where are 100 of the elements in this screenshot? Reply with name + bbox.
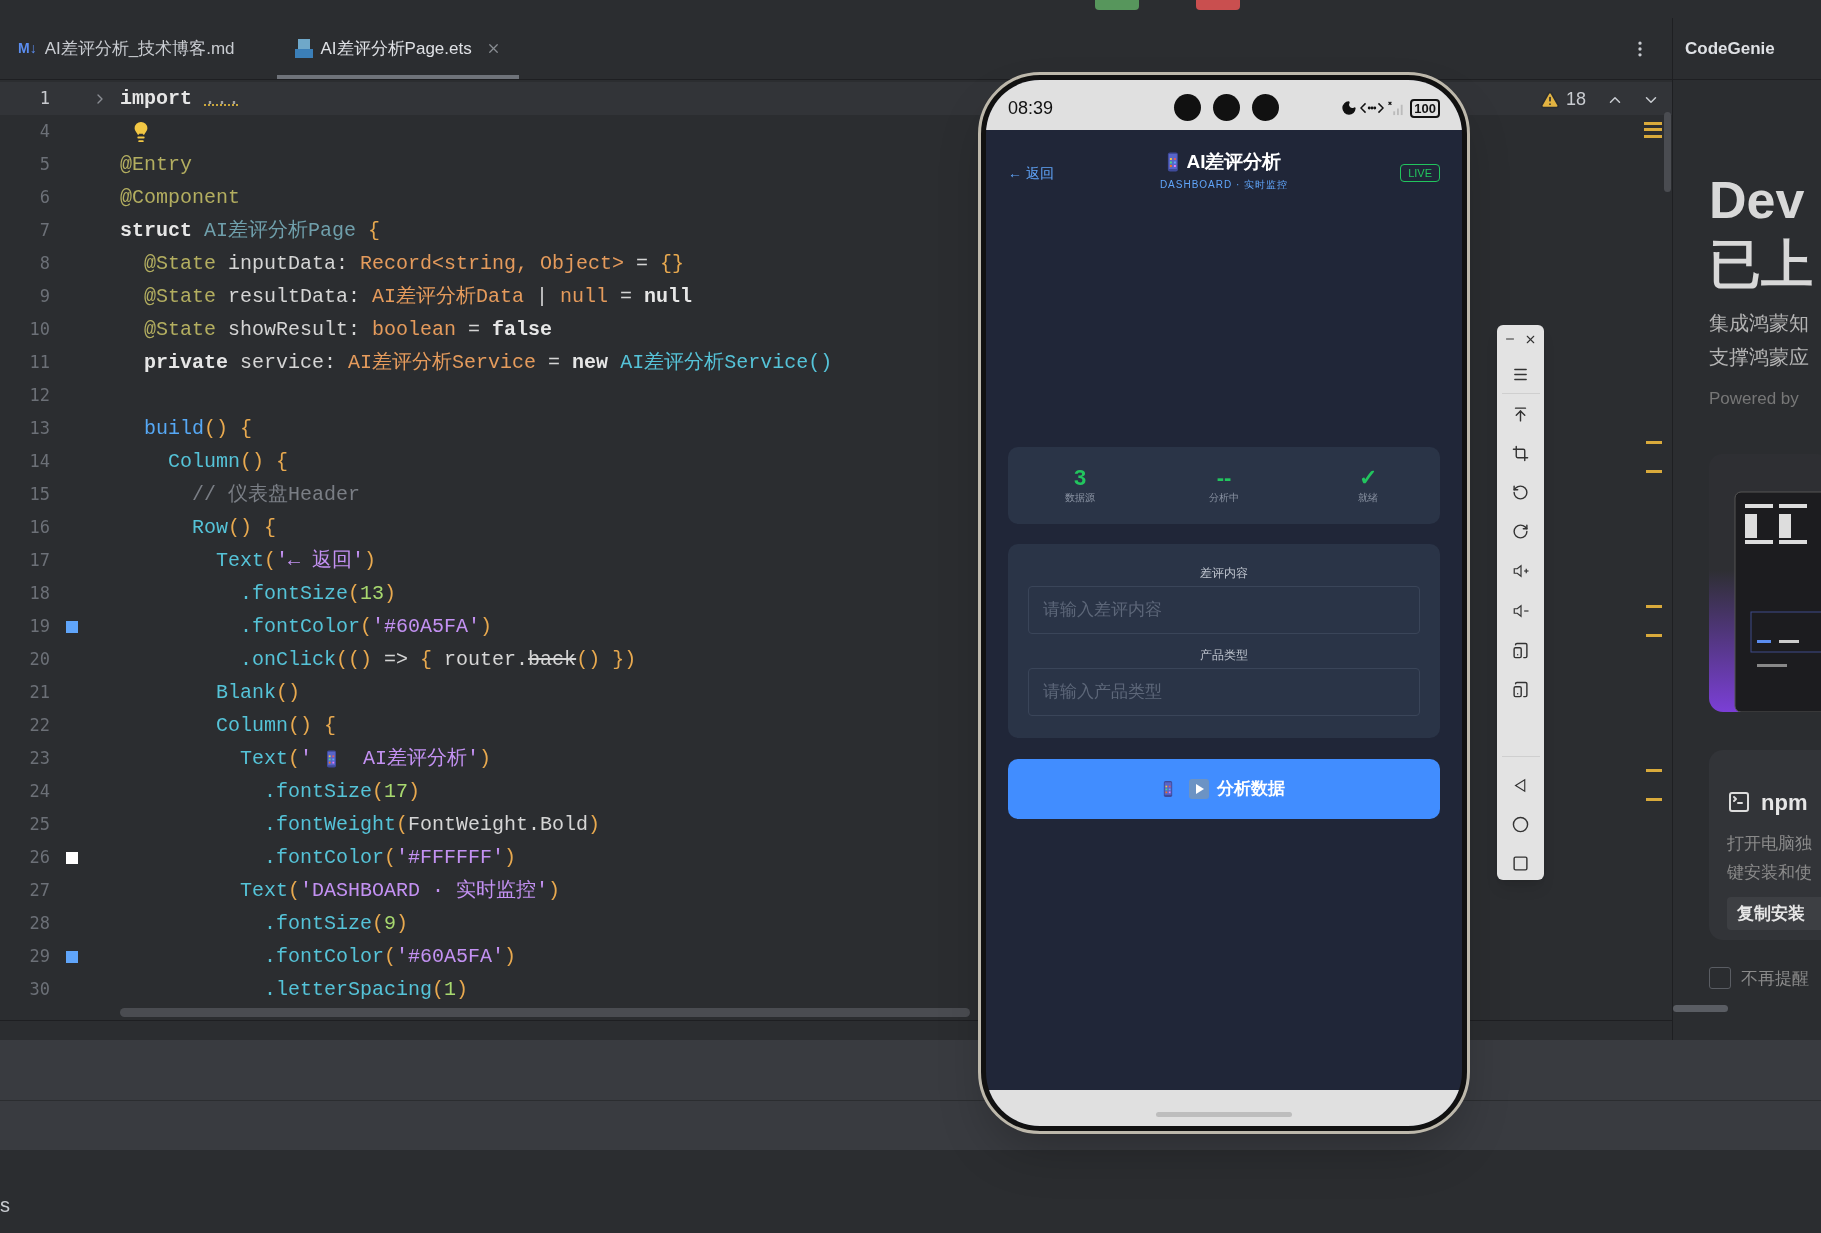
panel-title: CodeGenie	[1685, 37, 1775, 60]
menu-icon[interactable]	[1512, 366, 1529, 383]
line-number: 8	[38, 251, 50, 275]
checkbox[interactable]	[1709, 967, 1731, 990]
stat-value: 3	[1073, 466, 1087, 490]
play-icon	[1189, 779, 1209, 799]
moon-icon	[1341, 100, 1358, 116]
camera-icon	[1252, 94, 1279, 121]
description-text: 支撑鸿蒙应	[1709, 345, 1810, 370]
line-number: 25	[28, 812, 50, 836]
line-number: 5	[38, 152, 50, 176]
npm-description: 打开电脑独	[1727, 832, 1813, 855]
line-number: 15	[28, 482, 50, 506]
line-number: 12	[28, 383, 50, 407]
code-line: struct AI差评分析Page {	[120, 217, 381, 244]
headline-text: Dev	[1709, 170, 1806, 231]
device-rotate-icon[interactable]	[1512, 642, 1529, 659]
npm-title: npm	[1761, 788, 1808, 817]
stat-label: 分析中	[1209, 491, 1239, 505]
multi-device-icon[interactable]	[1512, 681, 1529, 698]
vertical-scrollbar[interactable]	[1664, 112, 1671, 192]
line-number: 10	[28, 317, 50, 341]
code-line: Text('← 返回')	[215, 547, 377, 574]
scrollbar-thumb[interactable]	[1673, 1005, 1728, 1012]
rotate-left-icon[interactable]	[1512, 484, 1529, 501]
line-number: 28	[28, 911, 50, 935]
line-number: 6	[38, 185, 50, 209]
code-line: .letterSpacing(1)	[263, 976, 469, 1003]
code-line: .fontColor('#60A5FA')	[263, 943, 517, 970]
line-number: 16	[28, 515, 50, 539]
code-line: Column() {	[215, 712, 337, 739]
phone-icon	[1166, 152, 1179, 173]
line-number: 26	[28, 845, 50, 869]
volume-down-icon[interactable]	[1511, 602, 1530, 620]
warning-icon[interactable]	[1539, 89, 1560, 110]
rotate-right-icon[interactable]	[1512, 523, 1529, 540]
code-line: @Component	[120, 184, 241, 211]
line-number: 17	[28, 548, 50, 572]
stat-label: 就绪	[1358, 491, 1378, 505]
npm-description: 键安装和使	[1727, 861, 1813, 884]
code-line: .fontSize(17)	[263, 778, 421, 805]
battery-indicator: 100	[1410, 98, 1440, 118]
line-number: 11	[28, 350, 50, 374]
upload-icon[interactable]	[1512, 406, 1529, 423]
line-number: 20	[28, 647, 50, 671]
code-line: .fontColor('#60A5FA')	[239, 613, 493, 640]
code-line: @Entry	[120, 151, 192, 178]
stat-label: 数据源	[1065, 491, 1095, 505]
headline-text: 已上	[1709, 234, 1814, 295]
line-number: 27	[28, 878, 50, 902]
code-line: // 仪表盘Header	[191, 481, 361, 508]
stat-value: --	[1216, 466, 1232, 490]
warning-stripe[interactable]	[1644, 122, 1662, 138]
code-line: build() {	[143, 415, 253, 442]
line-number: 29	[28, 944, 50, 968]
horizontal-scrollbar[interactable]	[120, 1008, 970, 1017]
code-line: @State inputData: Record<string, Object> = {}	[143, 250, 685, 277]
powered-by-text: Powered by	[1709, 388, 1800, 410]
code-line: Text('DASHBOARD · 实时监控')	[239, 877, 561, 904]
app-title: AI差评分析	[1186, 150, 1282, 174]
checkbox-label: 不再提醒	[1741, 967, 1809, 990]
code-line: @State resultData: AI差评分析Data | null = null	[143, 283, 693, 310]
code-line: private service: AI差评分析Service = new AI差评分析Service()	[143, 349, 833, 376]
line-number: 22	[28, 713, 50, 737]
close-icon[interactable]	[1524, 333, 1537, 346]
app-subtitle: DASHBOARD · 实时监控	[1159, 177, 1289, 192]
recent-square-icon[interactable]	[1512, 855, 1529, 872]
code-icon	[1360, 101, 1385, 115]
line-number: 14	[28, 449, 50, 473]
editor-tab[interactable]: M↓ AI差评分析_技术博客.md	[0, 18, 253, 79]
code-line: Text(' AI差评分析')	[239, 745, 492, 772]
field-label: 产品类型	[1200, 647, 1248, 664]
stat-value: ✓	[1359, 466, 1377, 490]
camera-icon	[1174, 94, 1201, 121]
description-text: 集成鸿蒙知	[1709, 311, 1810, 336]
code-line: .onClick(() => { router.back() })	[239, 646, 637, 673]
code-line: .fontSize(13)	[239, 580, 397, 607]
markdown-icon: M↓	[18, 38, 37, 59]
camera-icon	[1213, 94, 1240, 121]
field-label: 差评内容	[1200, 565, 1248, 582]
code-line: Blank()	[215, 679, 301, 706]
phone-icon	[1163, 779, 1173, 799]
back-link[interactable]: ← 返回	[1008, 162, 1054, 184]
line-number: 13	[28, 416, 50, 440]
crop-icon[interactable]	[1512, 445, 1529, 462]
phone-emoji-icon	[326, 749, 338, 768]
copy-install-button[interactable]: 复制安装	[1727, 896, 1821, 930]
warning-count[interactable]: 18	[1565, 86, 1586, 113]
line-number: 23	[28, 746, 50, 770]
code-line: .fontSize(9)	[263, 910, 409, 937]
terminal-icon	[1727, 790, 1751, 814]
home-circle-icon[interactable]	[1512, 816, 1529, 833]
status-time: 08:39	[1008, 96, 1054, 120]
line-number: 7	[38, 218, 50, 242]
code-line: .fontColor('#FFFFFF')	[263, 844, 517, 871]
line-number: 19	[28, 614, 50, 638]
code-line: Row() {	[191, 514, 277, 541]
code-line: import ...	[120, 85, 241, 112]
line-number: 24	[28, 779, 50, 803]
volume-up-icon[interactable]	[1511, 562, 1530, 580]
